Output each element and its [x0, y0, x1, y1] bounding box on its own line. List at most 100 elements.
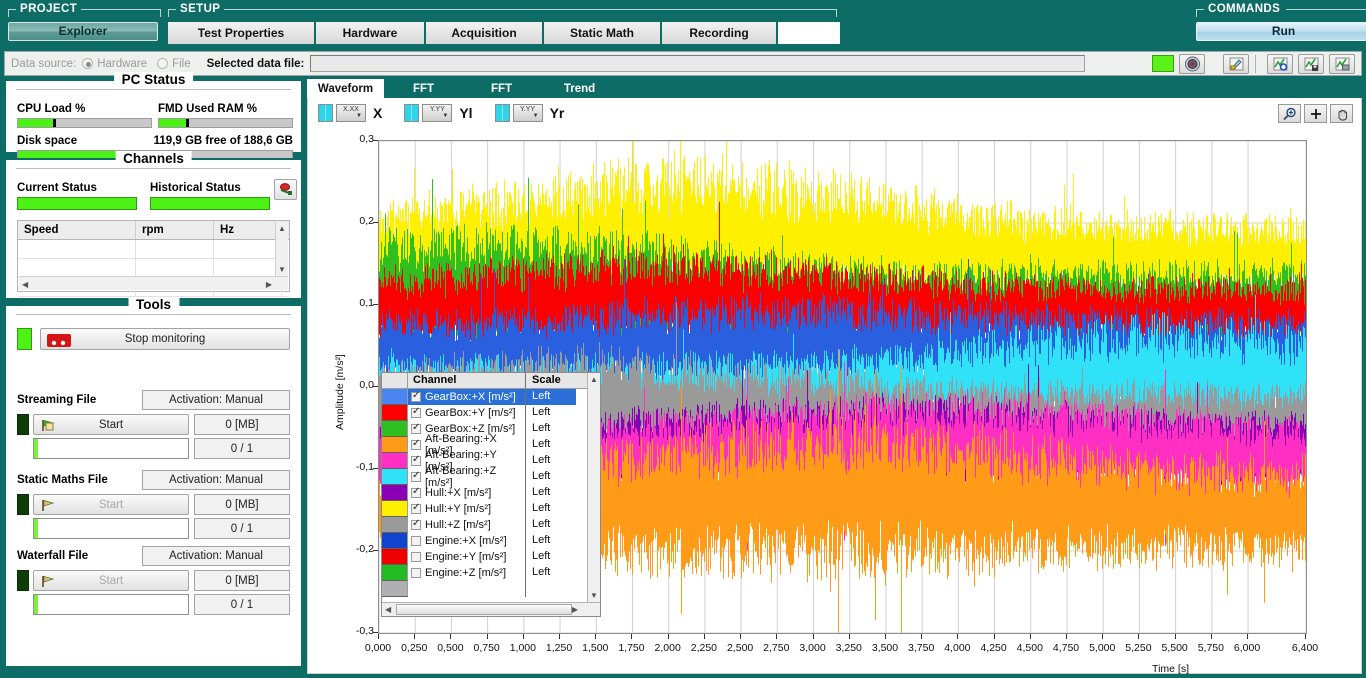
zoom-tool-button[interactable]: [1278, 104, 1301, 123]
explorer-button[interactable]: Explorer: [8, 22, 158, 41]
chart-tab-blank[interactable]: [619, 79, 661, 98]
legend-visibility-checkbox[interactable]: [411, 470, 421, 482]
commands-group-label: COMMANDS: [1204, 3, 1285, 15]
channel-legend[interactable]: Channel Scale GearBox:+X [m/s²]LeftGearB…: [381, 372, 601, 617]
activation-button[interactable]: Activation: Manual: [142, 470, 290, 490]
setup-tab-recording[interactable]: Recording: [662, 22, 778, 44]
x-tick-mark: [1066, 634, 1067, 639]
chart-tab-trend-3[interactable]: Trend: [541, 79, 619, 98]
setup-tab-label: Acquisition: [451, 26, 517, 40]
save-data-icon[interactable]: [1298, 53, 1324, 74]
legend-visibility-checkbox[interactable]: [411, 438, 421, 450]
legend-visibility-checkbox[interactable]: [411, 502, 421, 514]
file-start-button[interactable]: Start: [33, 570, 189, 591]
flag-icon: [40, 574, 56, 592]
run-button[interactable]: Run: [1196, 22, 1366, 41]
legend-row[interactable]: GearBox:+Y [m/s²] Left: [382, 405, 600, 421]
axis-format-dropdown[interactable]: Y.YY: [422, 104, 453, 122]
data-source-label: Data source:: [11, 57, 77, 70]
x-tick-mark: [1138, 634, 1140, 639]
activation-button[interactable]: Activation: Manual: [142, 546, 290, 566]
legend-row[interactable]: Aft-Bearing:+Z [m/s²] Left: [382, 465, 600, 489]
legend-hscroll-thumb[interactable]: [396, 604, 572, 615]
legend-scroll-down-icon[interactable]: ▼: [588, 591, 600, 600]
legend-row[interactable]: Engine:+Z [m/s²] Left: [382, 565, 600, 581]
legend-color-swatch: [382, 533, 408, 549]
speed-table-vscrollbar[interactable]: ▲ ▼: [275, 222, 288, 276]
axis-format-dropdown[interactable]: X.XX: [336, 104, 366, 122]
legend-row[interactable]: Engine:+Y [m/s²] Left: [382, 549, 600, 565]
radio-hardware[interactable]: [82, 58, 94, 69]
legend-scroll-up-icon[interactable]: ▲: [588, 375, 600, 384]
setup-group-line-right: [224, 9, 836, 10]
monitoring-scope-icon[interactable]: [1179, 53, 1205, 74]
x-tick-mark: [1210, 634, 1212, 639]
legend-row[interactable]: Hull:+X [m/s²] Left: [382, 485, 600, 501]
chart-tab-fft-1[interactable]: FFT: [385, 79, 463, 98]
selected-data-file-input[interactable]: [310, 55, 1086, 72]
chart-tab-waveform-0[interactable]: Waveform: [307, 79, 385, 98]
legend-visibility-checkbox[interactable]: [411, 536, 421, 546]
file-start-button[interactable]: Start: [33, 414, 189, 435]
axis-selector-x: X.XX X: [318, 104, 382, 122]
setup-tab-test-properties[interactable]: Test Properties: [168, 22, 316, 44]
legend-visibility-checkbox[interactable]: [411, 486, 421, 498]
legend-scale-cell: Left: [532, 406, 551, 418]
data-source-bar: Data source: Hardware File Selected data…: [4, 51, 1362, 76]
channels-reset-button[interactable]: [274, 179, 297, 200]
scroll-right-icon[interactable]: ▶: [266, 280, 272, 289]
y-tick-label: -0,3: [355, 625, 374, 637]
speed-table-hscrollbar[interactable]: ◀ ▶: [19, 276, 288, 290]
legend-row[interactable]: Engine:+X [m/s²] Left: [382, 533, 600, 549]
setup-tab-hardware[interactable]: Hardware: [316, 22, 426, 44]
legend-scroll-right-icon[interactable]: ▶: [572, 605, 578, 614]
legend-row[interactable]: [382, 581, 600, 597]
legend-scroll-left-icon[interactable]: ◀: [385, 605, 391, 614]
pc-status-panel: PC Status CPU Load % FMD Used RAM % Disk…: [4, 72, 303, 160]
scroll-down-icon[interactable]: ▼: [276, 265, 288, 274]
legend-row[interactable]: GearBox:+X [m/s²] Left: [382, 389, 600, 405]
axis-format-dropdown[interactable]: Y.YY: [512, 104, 543, 122]
setup-tab-acquisition[interactable]: Acquisition: [426, 22, 544, 44]
file-group-streaming-file: Streaming File Activation: Manual Start 0 […: [17, 390, 290, 462]
legend-row[interactable]: Hull:+Y [m/s²] Left: [382, 501, 600, 517]
pan-tool-button[interactable]: [1330, 104, 1353, 123]
scroll-up-icon[interactable]: ▲: [276, 224, 288, 233]
cursor-tool-button[interactable]: [1304, 104, 1327, 123]
legend-channel-label: Engine:+X [m/s²]: [425, 535, 507, 547]
project-group-line-left: [8, 9, 16, 10]
export-data-icon[interactable]: [1329, 53, 1355, 74]
legend-visibility-checkbox[interactable]: [411, 568, 421, 578]
table-cell: [18, 240, 136, 258]
stop-icon: [46, 332, 72, 351]
legend-vscrollbar[interactable]: ▲ ▼: [587, 373, 600, 602]
chart-body: X.XX X Y.YY Yl Y.YY Yr: [307, 98, 1362, 675]
legend-visibility-checkbox[interactable]: [411, 390, 421, 402]
stop-monitoring-button[interactable]: Stop monitoring: [40, 328, 290, 350]
legend-color-swatch: [382, 517, 408, 533]
legend-color-swatch: [382, 581, 408, 597]
x-tick-mark: [1305, 634, 1306, 639]
legend-visibility-checkbox[interactable]: [411, 422, 421, 434]
x-tick-mark: [667, 634, 669, 639]
activation-button[interactable]: Activation: Manual: [142, 390, 290, 410]
file-start-button[interactable]: Start: [33, 494, 189, 515]
legend-channel-label: Hull:+Z [m/s²]: [425, 519, 491, 531]
left-panel-column: PC Status CPU Load % FMD Used RAM % Disk…: [4, 72, 303, 674]
chart-tab-fft-2[interactable]: FFT: [463, 79, 541, 98]
scroll-left-icon[interactable]: ◀: [22, 280, 28, 289]
legend-row[interactable]: Hull:+Z [m/s²] Left: [382, 517, 600, 533]
setup-tab-blank[interactable]: [778, 22, 840, 44]
open-data-icon[interactable]: [1267, 53, 1293, 74]
file-group-waterfall-file: Waterfall File Activation: Manual Start 0 […: [17, 546, 290, 618]
calibration-icon[interactable]: [1223, 53, 1249, 74]
setup-tab-static-math[interactable]: Static Math: [544, 22, 662, 44]
table-row[interactable]: [18, 240, 289, 259]
x-tick-mark: [595, 634, 597, 639]
legend-visibility-checkbox[interactable]: [411, 406, 421, 418]
legend-hscrollbar[interactable]: ◀ ▶: [382, 602, 600, 616]
legend-visibility-checkbox[interactable]: [411, 518, 421, 530]
legend-visibility-checkbox[interactable]: [411, 552, 421, 562]
radio-file[interactable]: [157, 58, 169, 69]
legend-visibility-checkbox[interactable]: [411, 454, 421, 466]
